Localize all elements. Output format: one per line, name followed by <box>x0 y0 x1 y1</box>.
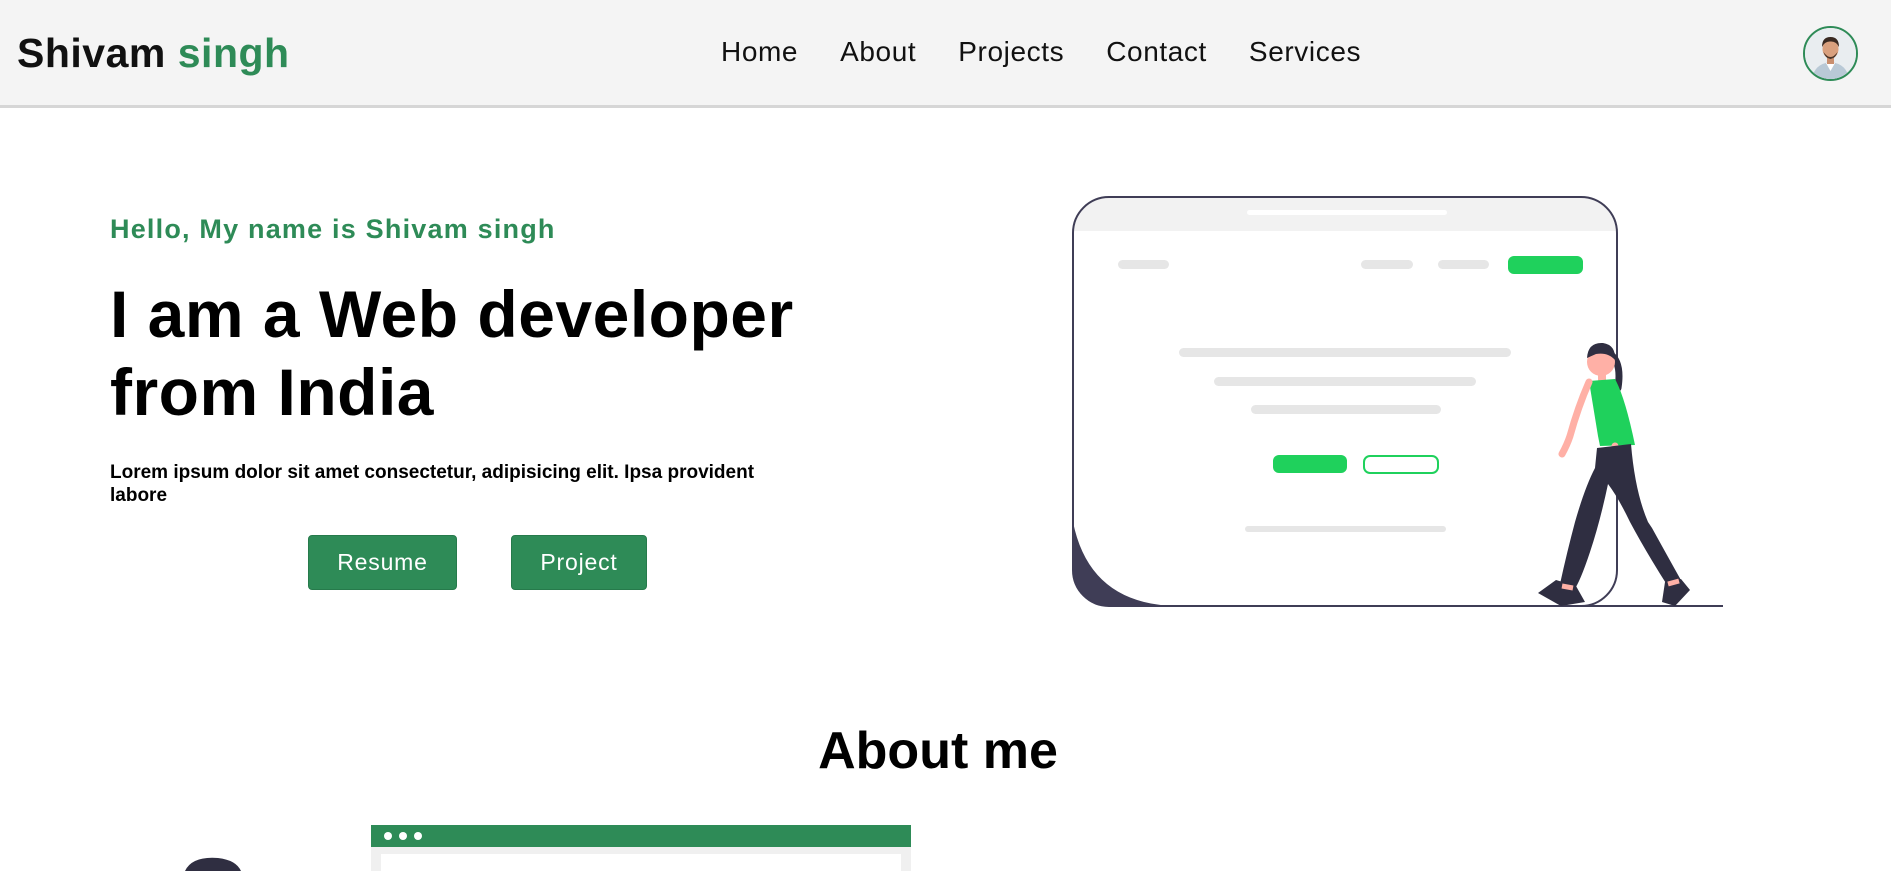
web-page-illustration-icon <box>1072 196 1723 607</box>
browser-window-illustration-icon <box>185 825 911 871</box>
brand-first-name: Shivam <box>17 30 166 76</box>
hero-headline: I am a Web developer from India <box>110 275 830 431</box>
nav-services[interactable]: Services <box>1249 36 1361 68</box>
avatar-photo-icon <box>1805 28 1856 79</box>
hero-description: Lorem ipsum dolor sit amet consectetur, … <box>110 462 755 506</box>
hero-headline-line2: from India <box>110 355 435 429</box>
about-title: About me <box>818 722 1058 780</box>
nav-links: Home About Projects Contact Services <box>721 36 1361 68</box>
project-button[interactable]: Project <box>511 535 647 590</box>
nav-contact[interactable]: Contact <box>1106 36 1207 68</box>
navbar: Shivam singh Home About Projects Contact… <box>0 0 1891 108</box>
nav-projects[interactable]: Projects <box>958 36 1064 68</box>
hero-section: Hello, My name is Shivam singh I am a We… <box>110 214 830 507</box>
hero-headline-line1: I am a Web developer <box>110 277 794 351</box>
nav-home[interactable]: Home <box>721 36 798 68</box>
brand-logo[interactable]: Shivam singh <box>17 30 290 77</box>
avatar[interactable] <box>1803 26 1858 81</box>
brand-last-name: singh <box>177 30 290 76</box>
resume-button[interactable]: Resume <box>308 535 457 590</box>
nav-about[interactable]: About <box>840 36 916 68</box>
hero-greeting: Hello, My name is Shivam singh <box>110 214 556 244</box>
